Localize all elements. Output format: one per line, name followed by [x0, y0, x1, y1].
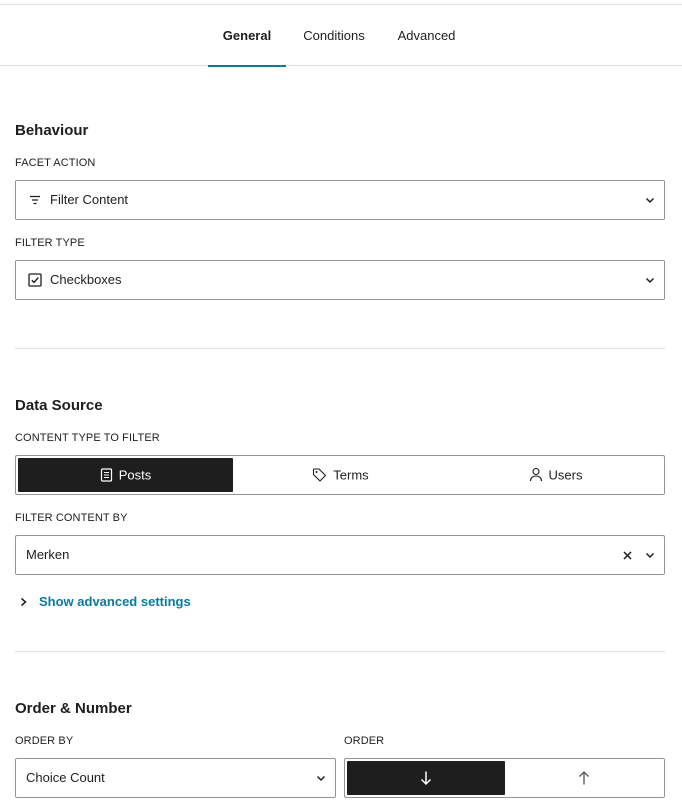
content-type-label: CONTENT TYPE TO FILTER [15, 432, 160, 444]
facet-action-select[interactable]: Filter Content [15, 180, 665, 220]
show-advanced-settings-label: Show advanced settings [39, 594, 191, 609]
filter-lines-icon [30, 195, 40, 205]
filter-type-value: Checkboxes [50, 272, 122, 287]
tab-conditions[interactable]: Conditions [296, 5, 372, 66]
filter-type-label: FILTER TYPE [15, 237, 85, 249]
facet-action-value: Filter Content [50, 192, 129, 207]
filter-content-by-select[interactable]: Merken [15, 535, 665, 575]
tab-bar: General Conditions Advanced [0, 5, 682, 67]
chevron-down-icon [645, 277, 655, 284]
posts-label: Posts [118, 467, 152, 483]
order-number-title: Order & Number [15, 700, 132, 717]
document-icon [100, 467, 112, 482]
facet-action-label: FACET ACTION [15, 157, 96, 169]
section-divider [15, 348, 665, 349]
tag-icon [313, 468, 327, 482]
order-label: ORDER [344, 735, 385, 747]
users-label: Users [548, 467, 583, 483]
tab-general[interactable]: General [208, 5, 286, 67]
order-segmented [344, 758, 665, 798]
order-ascending-button[interactable] [505, 761, 663, 795]
chevron-down-icon [645, 197, 655, 204]
behaviour-title: Behaviour [15, 122, 89, 139]
show-advanced-settings-link[interactable]: Show advanced settings [15, 593, 215, 611]
user-icon [529, 468, 542, 482]
order-by-label: ORDER BY [15, 735, 74, 747]
filter-type-select[interactable]: Checkboxes [15, 260, 665, 300]
filter-content-by-label: FILTER CONTENT BY [15, 512, 128, 524]
chevron-right-icon [21, 597, 27, 607]
section-divider [15, 651, 665, 652]
arrow-down-icon [420, 771, 432, 785]
content-type-terms-button[interactable]: Terms [233, 458, 448, 492]
clear-icon[interactable] [623, 551, 632, 560]
checkbox-checked-icon [28, 273, 42, 287]
order-by-value: Choice Count [26, 770, 105, 785]
content-type-users-button[interactable]: Users [448, 458, 663, 492]
order-by-select[interactable]: Choice Count [15, 758, 336, 798]
filter-content-by-value: Merken [26, 547, 70, 562]
terms-label: Terms [333, 467, 369, 483]
chevron-down-icon [316, 775, 326, 782]
data-source-title: Data Source [15, 397, 103, 414]
order-descending-button[interactable] [347, 761, 505, 795]
content-type-posts-button[interactable]: Posts [18, 458, 233, 492]
arrow-up-icon [579, 770, 589, 785]
content-type-segmented: Posts Terms Users [15, 455, 665, 495]
tab-advanced[interactable]: Advanced [390, 5, 463, 66]
chevron-down-icon [645, 552, 655, 559]
